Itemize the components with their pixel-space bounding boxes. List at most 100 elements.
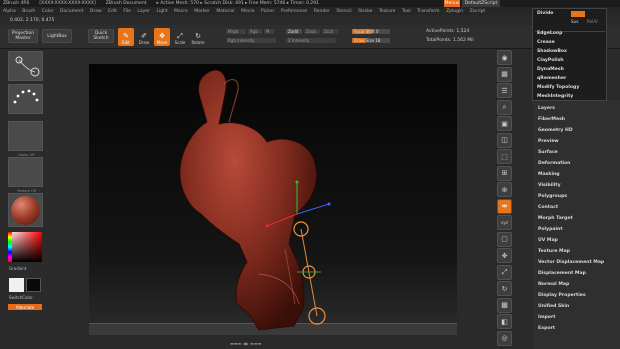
palette-fibermesh[interactable]: FiberMesh [538,117,565,122]
geometry-modify-topology-item[interactable]: Modify Topology [537,85,579,90]
menu-brush[interactable]: Brush [22,9,35,14]
scale-mode-button[interactable]: ⤢ Scale [172,28,188,46]
alternate-button[interactable]: Alternate [8,304,42,310]
focal-shift-slider[interactable]: Focal Shift 0 [352,29,390,34]
palette-masking[interactable]: Masking [538,172,560,177]
menu-render[interactable]: Render [314,9,330,14]
menu-zscript[interactable]: Zscript [470,9,486,14]
rgb-button[interactable]: Rgb [248,29,262,34]
draw-size-slider[interactable]: Draw Size 18 [352,38,390,43]
menu-zplugin[interactable]: Zplugin [446,9,463,14]
mrgb-button[interactable]: Mrgb [226,29,246,34]
palette-deformation[interactable]: Deformation [538,161,570,166]
menu-texture[interactable]: Texture [379,9,395,14]
m-button[interactable]: M [264,29,274,34]
zadd-button[interactable]: Zadd [286,29,302,34]
brush-thumbnail[interactable] [8,51,43,81]
palette-vector-displacement-map[interactable]: Vector Displacement Map [538,260,604,265]
zsub-button[interactable]: Zsub [304,29,320,34]
gradient-toggle[interactable]: Gradient [9,266,26,271]
shelf-xyz-button[interactable]: xyz [497,215,512,230]
menu-stroke[interactable]: Stroke [358,9,372,14]
palette-import[interactable]: Import [538,315,555,320]
shelf-floor-button[interactable]: ⊞ [497,165,512,181]
geometry-shadowbox-item[interactable]: ShadowBox [537,49,567,54]
palette-contact[interactable]: Contact [538,205,558,210]
menu-edit[interactable]: Edit [108,9,117,14]
menu-light[interactable]: Light [156,9,167,14]
menu-transform[interactable]: Transform [417,9,439,14]
geometry-meshintegrity-item[interactable]: MeshIntegrity [537,94,573,99]
edit-mode-button[interactable]: ✎ Edit [118,28,134,46]
menu-picker[interactable]: Picker [261,9,274,14]
sculpt-model[interactable] [179,69,317,331]
menu-preferences[interactable]: Preferences [281,9,307,14]
palette-surface[interactable]: Surface [538,150,558,155]
shelf-frame-button[interactable]: ▢ [497,231,512,247]
shelf-move-button[interactable]: ✥ [497,248,512,263]
geometry-claypolish-item[interactable]: ClayPolish [537,58,564,63]
shelf-lsym-button[interactable]: ⇹ [497,198,512,214]
move-mode-button[interactable]: ✥ Move [154,28,170,46]
palette-unified-skin[interactable]: Unified Skin [538,304,569,309]
menu-macro[interactable]: Macro [174,9,188,14]
shelf-bpr-button[interactable]: ◉ [497,50,512,65]
shelf-transp-button[interactable]: ◧ [497,314,512,329]
secondary-color-swatch[interactable] [26,278,41,292]
palette-polygroups[interactable]: Polygroups [538,194,567,199]
geometry-edgeloop-item[interactable]: EdgeLoop [537,31,562,36]
color-picker[interactable] [8,232,42,262]
menu-marker[interactable]: Marker [194,9,210,14]
hue-strip[interactable] [8,232,12,262]
shelf-rotate-button[interactable]: ↻ [497,281,512,296]
palette-export[interactable]: Export [538,326,555,331]
projection-master-button[interactable]: Projection Master [8,29,38,43]
menu-alpha[interactable]: Alpha [3,9,16,14]
document-canvas[interactable] [89,64,457,335]
smt-toggle[interactable] [571,11,585,17]
geometry-dynamesh-item[interactable]: DynaMesh [537,67,564,72]
rgb-intensity-slider[interactable]: Rgb Intensity [226,38,276,43]
z-intensity-slider[interactable]: Z Intensity [286,38,336,43]
shelf-line-fill-button[interactable]: ▩ [497,297,512,313]
shelf-scroll-button[interactable]: ☰ [497,83,512,98]
menu-color[interactable]: Color [42,9,54,14]
stroke-thumbnail[interactable] [8,84,43,114]
menu-layer[interactable]: Layer [137,9,150,14]
palette-displacement-map[interactable]: Displacement Map [538,271,586,276]
shelf-zoom-button[interactable]: ⌕ [497,99,512,115]
geometry-crease-item[interactable]: Crease [537,40,555,45]
lightbox-button[interactable]: LightBox [42,29,72,43]
palette-visibility[interactable]: Visibility [538,183,561,188]
rotate-mode-button[interactable]: ↻ Rotate [190,28,206,46]
shelf-spix-3-button[interactable]: ▦ [497,66,512,82]
draw-mode-button[interactable]: ✐ Draw [136,28,152,46]
shelf-solo-button[interactable]: ◎ [497,330,512,346]
menu-file[interactable]: File [123,9,131,14]
palette-layers[interactable]: Layers [538,106,555,111]
menu-document[interactable]: Document [60,9,83,14]
shelf-local-button[interactable]: ⊕ [497,182,512,197]
palette-uv-map[interactable]: UV Map [538,238,558,243]
menu-draw[interactable]: Draw [90,9,102,14]
menu-material[interactable]: Material [216,9,234,14]
menus-button[interactable]: Menus [444,0,460,7]
switch-color-button[interactable]: SwitchColor [9,295,33,300]
palette-display-properties[interactable]: Display Properties [538,293,586,298]
geometry-qremesher-item[interactable]: qRemesher [537,76,566,81]
alpha-thumbnail[interactable]: Alpha Off [8,121,43,157]
palette-geometry-hd[interactable]: Geometry HD [538,128,573,133]
shelf-actual-button[interactable]: ▣ [497,116,512,131]
shelf-aahalf-button[interactable]: ◫ [497,132,512,148]
palette-preview[interactable]: Preview [538,139,559,144]
palette-normal-map[interactable]: Normal Map [538,282,569,287]
reuv-button[interactable]: ReUV [587,19,598,24]
menu-movie[interactable]: Movie [241,9,254,14]
zcut-button[interactable]: Zcut [322,29,338,34]
quick-sketch-button[interactable]: Quick Sketch [88,29,114,43]
shelf-persp-button[interactable]: ⬚ [497,149,512,164]
palette-polypaint[interactable]: Polypaint [538,227,563,232]
geometry-divide-item[interactable]: Divide [537,11,553,16]
menu-tool[interactable]: Tool [402,9,411,14]
shelf-scale-button[interactable]: ⤢ [497,264,512,280]
